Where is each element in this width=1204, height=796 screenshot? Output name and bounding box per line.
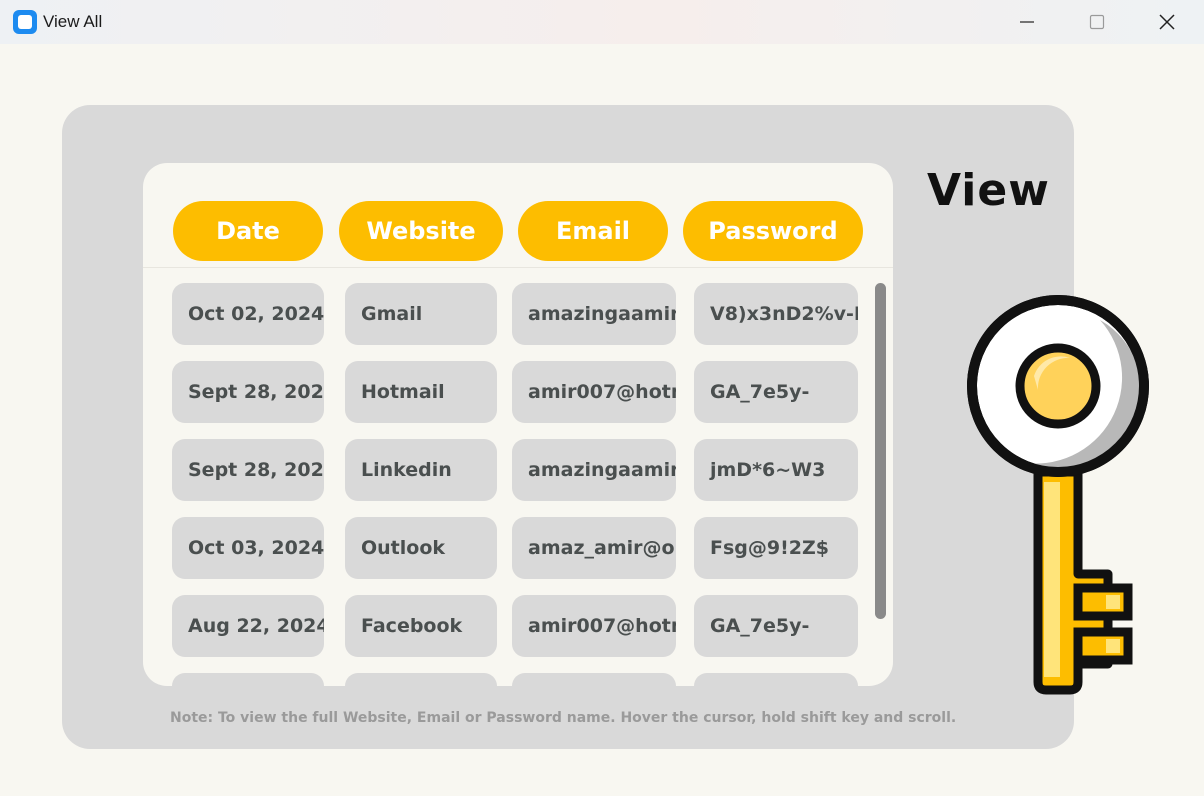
app-icon — [13, 10, 37, 34]
minimize-button[interactable] — [992, 0, 1062, 44]
cell-password[interactable]: GA_7e5y- — [694, 595, 858, 657]
cell-email-partial[interactable] — [512, 673, 676, 686]
cell-password[interactable]: GA_7e5y- — [694, 361, 858, 423]
table-rows[interactable]: Oct 02, 2024 Gmail amazingaamir@ V8)x3nD… — [143, 267, 893, 686]
scrollbar-thumb[interactable] — [875, 283, 886, 619]
cell-website-partial[interactable] — [345, 673, 497, 686]
cell-password[interactable]: jmD*6~W3 — [694, 439, 858, 501]
close-button[interactable] — [1132, 0, 1202, 44]
hint-note: Note: To view the full Website, Email or… — [170, 710, 957, 726]
cell-website[interactable]: Linkedin — [345, 439, 497, 501]
cell-website[interactable]: Outlook — [345, 517, 497, 579]
page-title: View — [927, 165, 1050, 216]
column-header-email: Email — [518, 201, 668, 261]
cell-password[interactable]: Fsg@9!2Z$ — [694, 517, 858, 579]
cell-date[interactable]: Sept 28, 2024 — [172, 361, 324, 423]
cell-date[interactable]: Oct 02, 2024 — [172, 283, 324, 345]
minimize-icon — [1020, 21, 1034, 23]
maximize-icon — [1089, 14, 1105, 30]
cell-email[interactable]: amazingaamir@ — [512, 439, 676, 501]
cell-website[interactable]: Hotmail — [345, 361, 497, 423]
cell-email[interactable]: amazingaamir@ — [512, 283, 676, 345]
column-header-date: Date — [173, 201, 323, 261]
close-icon — [1159, 14, 1175, 30]
cell-password[interactable]: V8)x3nD2%v-B — [694, 283, 858, 345]
key-icon — [967, 295, 1149, 695]
title-bar: View All — [0, 0, 1204, 44]
cell-email[interactable]: amaz_amir@o — [512, 517, 676, 579]
cell-date[interactable]: Aug 22, 2024 — [172, 595, 324, 657]
cell-date[interactable]: Sept 28, 2024 — [172, 439, 324, 501]
cell-date[interactable]: Oct 03, 2024 — [172, 517, 324, 579]
column-header-password: Password — [683, 201, 863, 261]
column-header-website: Website — [339, 201, 503, 261]
cell-email[interactable]: amir007@hotm — [512, 595, 676, 657]
window-title: View All — [43, 12, 103, 31]
records-table: Date Website Email Password Oct 02, 2024… — [143, 163, 893, 686]
maximize-button[interactable] — [1062, 0, 1132, 44]
cell-email[interactable]: amir007@hotm — [512, 361, 676, 423]
cell-password-partial[interactable] — [694, 673, 858, 686]
cell-website[interactable]: Facebook — [345, 595, 497, 657]
cell-website[interactable]: Gmail — [345, 283, 497, 345]
cell-date-partial[interactable] — [172, 673, 324, 686]
